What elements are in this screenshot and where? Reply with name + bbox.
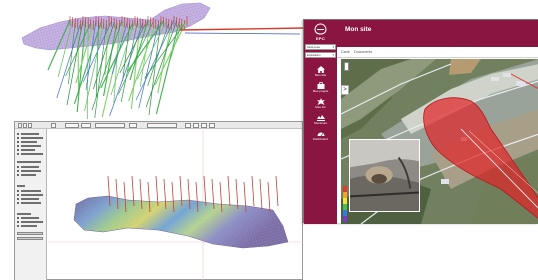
toolbar bbox=[15, 122, 302, 129]
layer-checkbox[interactable] bbox=[17, 145, 19, 147]
layer-checkbox[interactable] bbox=[17, 221, 19, 223]
layer-checkbox[interactable] bbox=[17, 194, 19, 196]
toolbar-button[interactable] bbox=[209, 123, 215, 128]
site-select-value: Nettoyeuse bbox=[307, 46, 321, 49]
site-select[interactable]: Nettoyeuse ▾ bbox=[305, 44, 336, 50]
aerial-map[interactable] bbox=[341, 59, 538, 224]
drill-hole-marker bbox=[203, 175, 207, 207]
toolbar-button[interactable] bbox=[95, 123, 125, 128]
drill-hole-red bbox=[179, 27, 306, 31]
layer-checkbox[interactable] bbox=[17, 190, 19, 192]
toolbar-button[interactable] bbox=[51, 123, 56, 128]
blast-site-photo bbox=[349, 139, 420, 212]
blast-icon bbox=[316, 98, 325, 105]
toolbar-button[interactable] bbox=[147, 123, 177, 128]
color-scale-legend bbox=[343, 186, 347, 222]
modelling-software-window bbox=[14, 121, 303, 280]
mode-select-value: Exploitation bbox=[307, 54, 321, 57]
toolbar-button[interactable] bbox=[18, 123, 22, 128]
layer-checkbox[interactable] bbox=[17, 141, 19, 143]
collage-canvas: EPC Nettoyeuse ▾ Exploitation ▾ Mon site M… bbox=[0, 0, 538, 280]
briefcase-icon bbox=[317, 82, 324, 89]
layer-checkbox[interactable] bbox=[17, 217, 19, 219]
toolbar-button[interactable] bbox=[129, 123, 137, 128]
toolbar-button[interactable] bbox=[201, 123, 207, 128]
nav-dashboard[interactable]: Dashboard bbox=[304, 130, 337, 146]
logo-text: EPC bbox=[315, 36, 326, 41]
layer-checkbox[interactable] bbox=[17, 202, 19, 204]
drill-hole-marker bbox=[251, 175, 255, 207]
toolbar-button[interactable] bbox=[185, 123, 191, 128]
sidebar: EPC Nettoyeuse ▾ Exploitation ▾ Mon site M… bbox=[304, 20, 337, 224]
chevron-down-icon: ▾ bbox=[332, 45, 334, 49]
drill-hole-3d-render bbox=[21, 2, 306, 120]
layer-checkbox[interactable] bbox=[17, 174, 19, 176]
nav-label: Mes projets bbox=[312, 89, 329, 93]
page-title: Mon site bbox=[345, 26, 372, 33]
3d-model-view[interactable] bbox=[48, 130, 303, 280]
toolbar-button[interactable] bbox=[28, 123, 32, 128]
chevron-down-icon: ▾ bbox=[332, 53, 334, 57]
nav-label: Sismicure bbox=[313, 121, 328, 125]
drill-hole-marker bbox=[275, 175, 279, 207]
site-app-window: EPC Nettoyeuse ▾ Exploitation ▾ Mon site M… bbox=[303, 19, 538, 224]
layer-checkbox[interactable] bbox=[17, 133, 19, 135]
app-header: Mon site bbox=[337, 20, 538, 47]
layer-checkbox[interactable] bbox=[17, 225, 19, 227]
dashboard-icon bbox=[317, 132, 324, 137]
nav-label: Mon site bbox=[314, 73, 327, 77]
layer-checkbox[interactable] bbox=[17, 198, 19, 200]
nav-sismicure[interactable]: Sismicure bbox=[304, 114, 337, 130]
nav-label: Dashboard bbox=[313, 137, 328, 141]
nav-mes-projets[interactable]: Mes projets bbox=[304, 82, 337, 98]
epc-logo bbox=[314, 23, 327, 35]
layer-checkbox[interactable] bbox=[17, 137, 19, 139]
seismic-icon bbox=[316, 115, 325, 121]
toolbar-button[interactable] bbox=[65, 123, 79, 128]
drill-hole-marker bbox=[259, 178, 263, 210]
layer-panel bbox=[15, 129, 47, 280]
drill-hole-marker bbox=[155, 175, 159, 207]
home-icon bbox=[316, 66, 325, 73]
nav-label: Mes tirs bbox=[315, 105, 326, 109]
tab-bar: Carte Documents bbox=[337, 47, 538, 58]
drill-hole-marker bbox=[267, 181, 271, 213]
tab-documents[interactable]: Documents bbox=[354, 50, 372, 54]
zoom-control[interactable] bbox=[344, 62, 349, 71]
panel-toggle-button[interactable]: > bbox=[341, 85, 349, 95]
layer-checkbox[interactable] bbox=[17, 149, 19, 151]
layer-checkbox[interactable] bbox=[17, 170, 19, 172]
toolbar-button[interactable] bbox=[81, 123, 91, 128]
toolbar-button[interactable] bbox=[23, 123, 27, 128]
layer-checkbox[interactable] bbox=[17, 166, 19, 168]
nav-mes-tirs[interactable]: Mes tirs bbox=[304, 98, 337, 114]
layer-checkbox[interactable] bbox=[17, 153, 19, 155]
drill-hole-marker bbox=[227, 175, 231, 207]
drill-hole-marker bbox=[235, 178, 239, 210]
nav-mon-site[interactable]: Mon site bbox=[304, 66, 337, 82]
tab-carte[interactable]: Carte bbox=[341, 50, 350, 54]
toolbar-button[interactable] bbox=[193, 123, 199, 128]
mode-select[interactable]: Exploitation ▾ bbox=[305, 52, 336, 58]
